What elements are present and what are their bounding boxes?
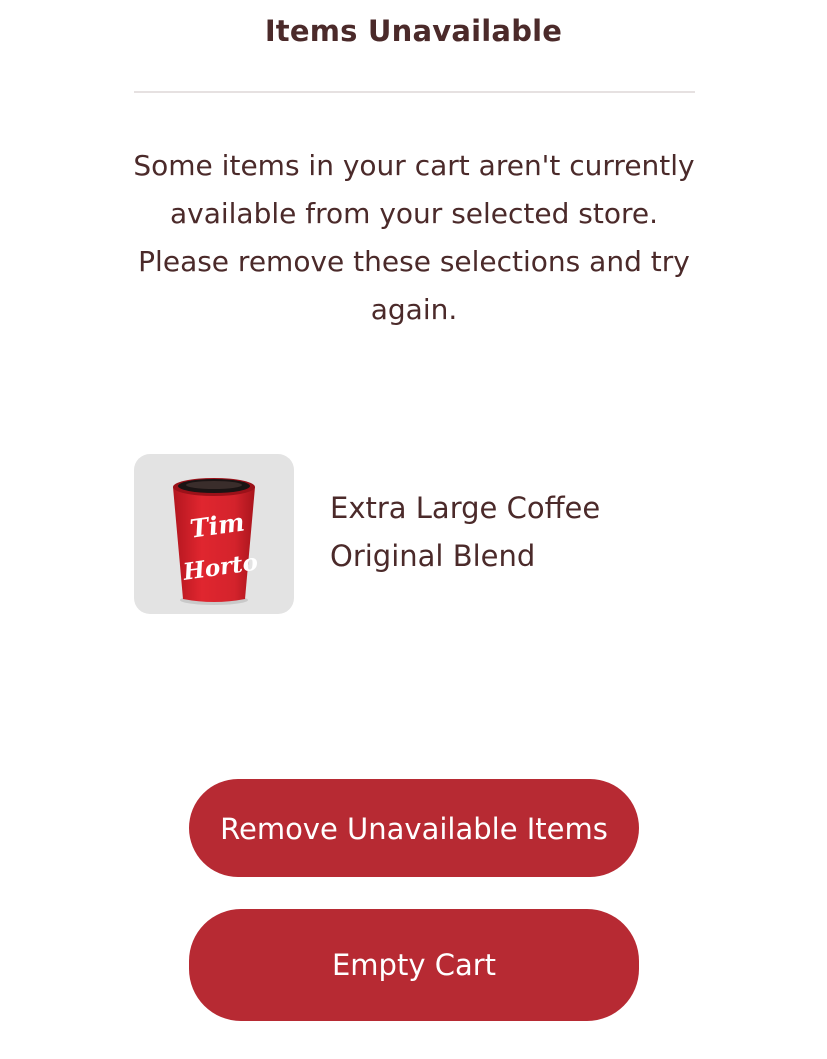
unavailable-item: Tim Horto Extra Large Coffee Original Bl… — [134, 454, 694, 614]
remove-unavailable-items-button[interactable]: Remove Unavailable Items — [189, 779, 639, 877]
title-divider — [134, 91, 695, 93]
item-thumbnail: Tim Horto — [134, 454, 294, 614]
item-name-line1: Extra Large Coffee — [330, 491, 601, 525]
empty-cart-button[interactable]: Empty Cart — [189, 909, 639, 1021]
dialog-message: Some items in your cart aren't currently… — [133, 149, 695, 326]
items-unavailable-dialog: Items Unavailable Some items in your car… — [0, 0, 827, 1059]
dialog-title: Items Unavailable — [264, 14, 563, 48]
item-name: Extra Large Coffee Original Blend — [330, 484, 670, 580]
coffee-cup-icon: Tim Horto — [173, 478, 260, 605]
item-name-line2: Original Blend — [330, 539, 536, 573]
